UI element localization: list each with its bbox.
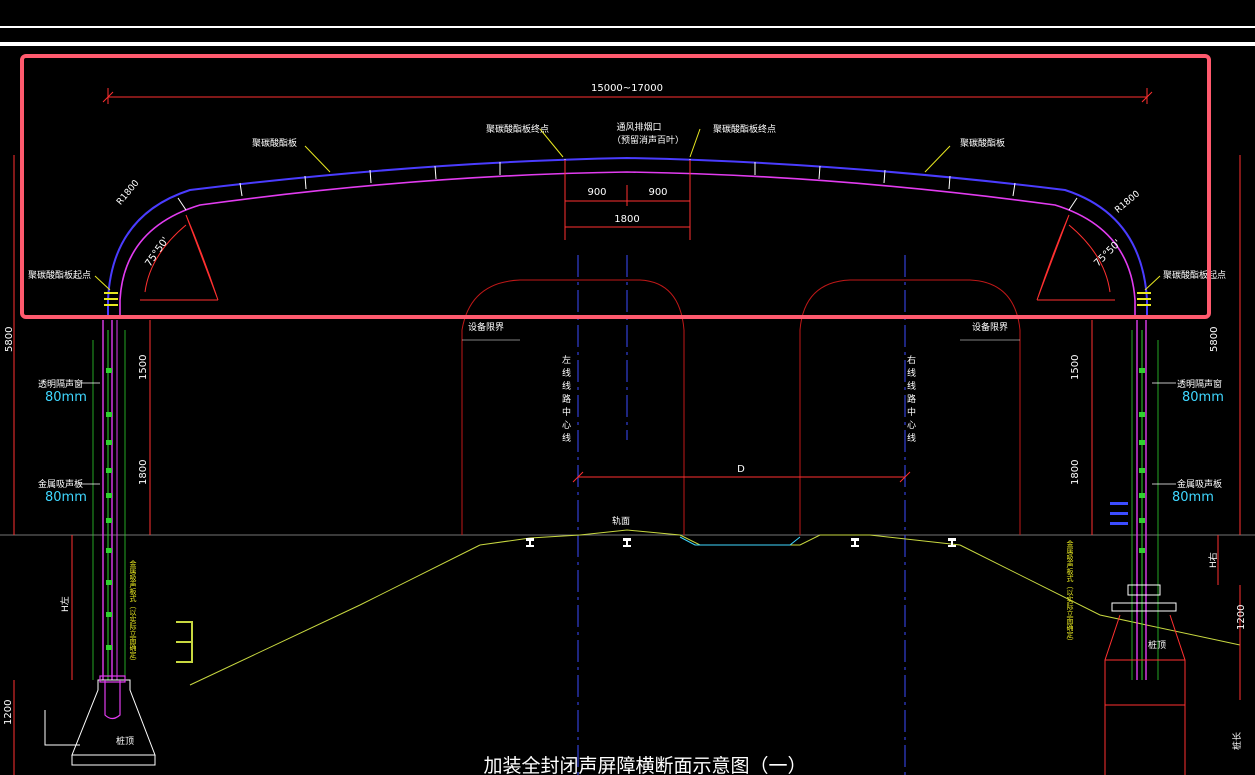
angle-right-label: 75°50' (1092, 238, 1123, 269)
dim-1800-center: 1800 (614, 214, 639, 225)
pc-end-left-label: 聚碳酸酯板终点 (486, 123, 549, 135)
right-centerline-label: 右线线路中心线 (905, 354, 916, 446)
radius-right-label: R1800 (1113, 189, 1142, 216)
left-pile-foundation (44, 679, 156, 766)
height-left-label: 5800 (4, 327, 15, 352)
height-right-label: 5800 (1209, 327, 1220, 352)
track-bed (479, 529, 961, 546)
left-centerline-label: 左线线路中心线 (560, 354, 571, 446)
h-right-label: H右 (1207, 552, 1219, 568)
pc-start-left-label: 聚碳酸酯板起点 (28, 269, 91, 281)
transparent-right-thickness: 80mm (1182, 390, 1224, 405)
h1200-right-label: 1200 (1236, 605, 1247, 630)
left-anchor (99, 675, 126, 720)
radius-left-label: R1800 (115, 178, 142, 207)
rail-surface-label: 轨面 (612, 515, 630, 527)
vent-sub-label: （预留消声百叶） (612, 134, 684, 146)
cad-drawing-canvas[interactable]: 15000~17000 900 900 1800 R1800 R1800 75°… (0, 0, 1255, 775)
right-pile-foundation (1104, 614, 1186, 775)
rails (526, 538, 956, 547)
h-left-label: H左 (59, 596, 71, 612)
transparent-left-thickness: 80mm (45, 390, 87, 405)
equip-left-label: 设备限界 (468, 321, 504, 333)
d-dimension-label: D (737, 464, 745, 475)
pc-start-right-label: 聚碳酸酯板起点 (1163, 269, 1226, 281)
pc-board-left-label: 聚碳酸酯板 (252, 137, 297, 149)
metal-right-thickness: 80mm (1172, 490, 1214, 505)
metal-left-thickness: 80mm (45, 490, 87, 505)
dim-900-right: 900 (648, 187, 667, 198)
drawing-caption: 加装全封闭声屏障横断面示意图（一） (483, 755, 806, 775)
left-column (92, 292, 126, 680)
pile-length-label: 桩长 (1231, 732, 1243, 750)
h1500-right-label: 1500 (1070, 355, 1081, 380)
h1800-right-label: 1800 (1070, 460, 1081, 485)
vent-label: 通风排烟口 (616, 121, 661, 133)
h1800-left-label: 1800 (138, 460, 149, 485)
dim-900-left: 900 (587, 187, 606, 198)
pc-board-right-label: 聚碳酸酯板 (960, 137, 1005, 149)
span-dimension-label: 15000~17000 (591, 83, 663, 94)
column-note-left: 金属吸声板式（以实际立面确定） (129, 559, 137, 665)
metal-left-label: 金属吸声板 (38, 478, 83, 490)
embankment-left (189, 544, 481, 686)
pile-left-label: 桩顶 (116, 735, 134, 747)
embankment-right (959, 544, 1241, 646)
metal-right-label: 金属吸声板 (1177, 478, 1222, 490)
h1500-left-label: 1500 (138, 355, 149, 380)
column-note-right: 金属吸声板式（以实际立面确定） (1066, 539, 1074, 645)
h1200-left-label: 1200 (3, 700, 14, 725)
angle-left-label: 75°50' (143, 235, 171, 269)
transparent-right-label: 透明隔声窗 (1177, 378, 1222, 390)
pile-right-label: 桩顶 (1148, 639, 1166, 651)
bracket-left (176, 621, 193, 663)
equip-right-label: 设备限界 (972, 321, 1008, 333)
right-anchor (1111, 584, 1177, 612)
transparent-left-label: 透明隔声窗 (38, 378, 83, 390)
pc-end-right-label: 聚碳酸酯板终点 (713, 123, 776, 135)
